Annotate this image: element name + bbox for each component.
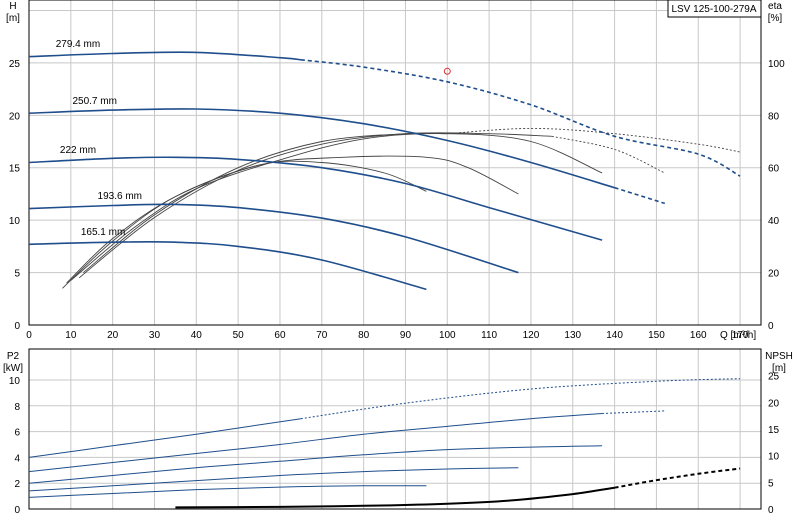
x-tick-label: 90 [400,330,412,341]
efficiency-curve-222mm [70,133,603,281]
bottom-left-tick-label: 4 [14,453,20,464]
bottom-right-tick-label: 20 [768,398,780,409]
top-panel-frame [28,0,762,326]
top-right-tick-label: 60 [768,164,780,175]
top-left-tick-label: 25 [9,59,21,70]
x-tick-label: 100 [439,330,456,341]
top-right-tick-label: 40 [768,216,780,227]
impeller-diameter-label: 250.7 mm [72,96,116,107]
top-left-tick-label: 10 [9,216,21,227]
head-curve-2794mm [300,59,741,177]
top-left-axis-title: H [9,1,16,12]
x-tick-label: 70 [316,330,328,341]
power-curve-2794mm [300,378,741,420]
x-tick-label: 0 [26,330,32,341]
x-tick-label: 150 [648,330,665,341]
bottom-left-tick-label: 6 [14,428,20,439]
npsh-curve [175,486,615,509]
efficiency-curve-2794mm [83,132,448,273]
x-tick-label: 110 [481,330,497,341]
bottom-left-axis-unit: [kW] [3,363,23,374]
power-curve-2507mm [28,413,603,473]
bottom-panel-grid [28,348,762,510]
x-tick-label: 120 [523,330,540,341]
bottom-panel-curves [28,378,741,509]
bottom-right-tick-label: 10 [768,452,780,463]
head-curve-1936mm [28,203,519,274]
top-panel-grid [28,0,762,326]
x-tick-label: 30 [149,330,161,341]
top-left-tick-label: 5 [14,269,20,280]
efficiency-curve-1651mm [62,160,427,289]
x-tick-label: 130 [564,330,581,341]
top-left-tick-label: 20 [9,111,21,122]
impeller-diameter-label: 193.6 mm [98,191,142,202]
impeller-diameter-label: 222 mm [60,145,96,156]
x-tick-label: 160 [690,330,707,341]
top-right-tick-label: 100 [768,59,785,70]
impeller-diameter-label: 279.4 mm [56,39,100,50]
x-tick-label: 10 [65,330,77,341]
top-right-tick-label: 20 [768,269,780,280]
efficiency-curve-1936mm [66,155,519,284]
top-panel-curves [28,51,741,291]
x-tick-label: 140 [606,330,623,341]
axis-text: H[m]0510152025eta[%]0204060801000 10 20 30 4… [3,1,793,516]
npsh-curve [614,467,741,489]
pump-performance-chart: H[m]0510152025eta[%]0204060801000 10 20 30 4… [3,0,793,516]
pump-curve-stage: H [m] 0 5 10 15 20 25 eta [%] 0 20 40 60 80 100 0 10 20 30 4… [0,0,800,520]
impeller-diameter-label: 165.1 mm [81,227,125,238]
power-curve-2507mm [602,410,665,414]
top-left-axis-unit: [m] [6,13,20,24]
power-curve-222mm [28,445,603,484]
top-left-tick-label: 0 [14,321,20,332]
x-axis-unit: Q [m³/h] [720,330,756,341]
head-curve-2507mm [614,186,666,205]
head-curve-2794mm [28,51,301,61]
top-right-axis-title: eta [768,1,782,12]
bottom-left-tick-label: 2 [14,479,20,490]
bottom-left-tick-label: 8 [14,402,20,413]
bottom-right-tick-label: 15 [768,425,780,436]
bottom-left-axis-title: P2 [7,351,20,362]
power-curve-2794mm [28,418,301,458]
bottom-right-tick-label: 25 [768,372,780,383]
bottom-panel-frame [28,348,762,510]
x-tick-label: 40 [191,330,203,341]
bottom-left-tick-label: 10 [9,376,21,387]
x-tick-label: 80 [358,330,370,341]
top-right-tick-label: 80 [768,111,780,122]
top-right-tick-label: 0 [768,321,774,332]
model-label: LSV 125-100-279A [671,4,756,15]
x-tick-label: 60 [274,330,286,341]
x-tick-label: 20 [107,330,119,341]
bottom-left-tick-label: 0 [14,505,20,516]
x-tick-label: 50 [233,330,245,341]
top-right-axis-unit: [%] [768,13,783,24]
bottom-right-tick-label: 5 [768,478,774,489]
bottom-right-axis-title: NPSH [765,351,793,362]
top-left-tick-label: 15 [9,164,21,175]
efficiency-curve-2794mm [447,127,741,153]
bottom-right-tick-label: 0 [768,505,774,516]
